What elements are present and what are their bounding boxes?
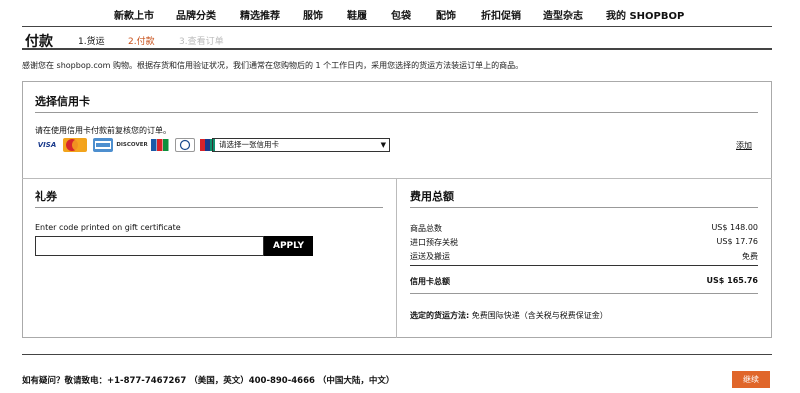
header-rule-bottom [22, 48, 772, 50]
gift-rule [35, 207, 383, 208]
amex-logo [93, 138, 113, 152]
summary-title: 费用总额 [410, 190, 454, 203]
summary-rule [410, 207, 758, 208]
summary-row-label: 运送及搬运 [410, 252, 450, 261]
add-card-link[interactable]: 添加 [736, 140, 752, 151]
nav-brands[interactable]: 品牌分类 [176, 7, 216, 22]
summary-total-label: 信用卡总额 [410, 277, 450, 286]
credit-card-select[interactable]: 请选择一张信用卡 ▼ [212, 138, 390, 152]
nav-accessories[interactable]: 配饰 [436, 7, 456, 22]
summary-row: 商品总数 US$ 148.00 [410, 223, 758, 235]
summary-row: 进口预存关税 US$ 17.76 [410, 237, 758, 249]
nav-bags[interactable]: 包袋 [391, 7, 411, 22]
discover-logo: DISCOVER [116, 142, 148, 148]
step-payment: 2.付款 [128, 37, 155, 47]
nav-new-arrivals[interactable]: 新款上市 [114, 7, 154, 22]
summary-total-rule [410, 265, 758, 266]
shipping-method: 选定的货运方法: 免费国际快递（含关税与税费保证金） [410, 310, 608, 321]
visa-logo: VISA [37, 141, 57, 149]
order-notice: 感谢您在 shopbop.com 购物。根据存货和信用验证状况，我们通常在您购物… [22, 61, 524, 70]
gift-title: 礼券 [35, 190, 57, 203]
help-phone: 如有疑问？敬请致电：+1-877-7467267 （美国，英文）400-890-… [22, 376, 395, 386]
shipping-method-label: 选定的货运方法: [410, 311, 470, 320]
section-divider-vertical [396, 178, 397, 338]
step-review: 3.查看订单 [179, 37, 224, 47]
nav-clothing[interactable]: 服饰 [303, 7, 323, 22]
summary-row-label: 进口预存关税 [410, 238, 458, 247]
apply-button[interactable]: APPLY [264, 236, 313, 256]
step-shipping[interactable]: 1.货运 [78, 34, 105, 47]
payment-panel [22, 81, 772, 338]
nav-my-shopbop[interactable]: 我的 SHOPBOP [606, 7, 684, 22]
summary-total-value: US$ 165.76 [706, 276, 758, 285]
diners-club-logo [175, 138, 195, 152]
mastercard-logo [63, 138, 87, 152]
chevron-down-icon: ▼ [380, 141, 386, 149]
credit-card-select-value: 请选择一张信用卡 [219, 140, 279, 149]
summary-row-value: 免费 [742, 252, 758, 261]
footer-rule [22, 354, 772, 355]
nav-magazine[interactable]: 造型杂志 [543, 7, 583, 22]
credit-card-title: 选择信用卡 [35, 95, 90, 108]
summary-row-value: US$ 17.76 [716, 237, 758, 246]
credit-card-rule [35, 112, 758, 113]
nav-shoes[interactable]: 鞋履 [347, 7, 367, 22]
continue-button[interactable]: 继续 [732, 371, 770, 388]
nav-sale[interactable]: 折扣促销 [481, 7, 521, 22]
summary-total-row: 信用卡总额 US$ 165.76 [410, 276, 758, 288]
gift-instruction: Enter code printed on gift certificate [35, 223, 181, 232]
shipping-method-value: 免费国际快递（含关税与税费保证金） [471, 311, 608, 320]
summary-shipping-rule [410, 293, 758, 294]
summary-row-label: 商品总数 [410, 224, 442, 233]
top-navigation: 新款上市 品牌分类 精选推荐 服饰 鞋履 包袋 配饰 折扣促销 造型杂志 我的 … [0, 0, 800, 26]
gift-code-input[interactable] [35, 236, 264, 256]
summary-row: 运送及搬运 免费 [410, 251, 758, 263]
jcb-logo [151, 138, 169, 152]
credit-card-instruction: 请在使用信用卡付款前复核您的订单。 [35, 126, 171, 135]
section-divider-horizontal [22, 178, 772, 179]
header-rule-top [22, 26, 772, 27]
nav-featured[interactable]: 精选推荐 [240, 7, 280, 22]
summary-row-value: US$ 148.00 [711, 223, 758, 232]
